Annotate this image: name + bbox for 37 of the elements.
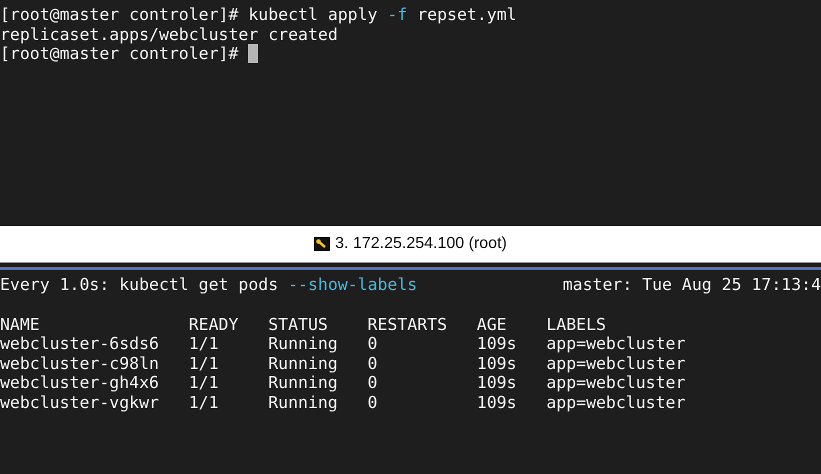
table-cell: app=webcluster (546, 392, 686, 412)
column-header: READY (188, 314, 238, 334)
table-cell: app=webcluster (546, 334, 686, 353)
terminal-line: [root@master controler]# (0, 44, 240, 64)
table-cell: Running (268, 392, 338, 412)
table-cell: webcluster-6sds6 (0, 334, 159, 353)
key-icon (314, 237, 330, 251)
column-header: AGE (476, 314, 507, 334)
table-cell: 1/1 (188, 373, 219, 392)
column-header: STATUS (268, 314, 328, 334)
table-cell: Running (268, 334, 338, 353)
session-title: 3. 172.25.254.100 (root) (335, 235, 507, 253)
table-cell: Running (268, 373, 338, 392)
table-cell: 0 (368, 334, 378, 353)
column-header: NAME (0, 314, 40, 334)
table-cell: app=webcluster (546, 373, 686, 392)
table-cell: 109s (476, 354, 517, 372)
table-cell: 1/1 (188, 354, 219, 372)
table-cell: webcluster-vgkwr (0, 392, 159, 412)
watch-status: master: Tue Aug 25 17:13:4 (562, 275, 821, 294)
table-cell: webcluster-gh4x6 (0, 373, 159, 392)
table-cell: 109s (476, 392, 517, 412)
column-header: LABELS (546, 314, 606, 334)
table-cell: Running (268, 354, 338, 372)
table-cell: 0 (368, 392, 378, 412)
table-cell: app=webcluster (546, 354, 686, 372)
table-cell: 1/1 (188, 392, 219, 412)
table-cell: 109s (476, 373, 517, 392)
table-cell: 0 (368, 373, 378, 392)
table-cell: webcluster-c98ln (0, 354, 159, 372)
terminal-line: replicaset.apps/webcluster created (0, 24, 338, 44)
table-cell: 109s (476, 334, 517, 353)
column-header: RESTARTS (368, 314, 448, 334)
table-cell: 1/1 (188, 334, 219, 353)
terminal-line: [root@master controler]# kubectl apply -f repset.yml (0, 5, 517, 24)
watch-command: Every 1.0s: kubectl get pods --show-labels (0, 275, 418, 294)
table-cell: 0 (368, 354, 378, 372)
